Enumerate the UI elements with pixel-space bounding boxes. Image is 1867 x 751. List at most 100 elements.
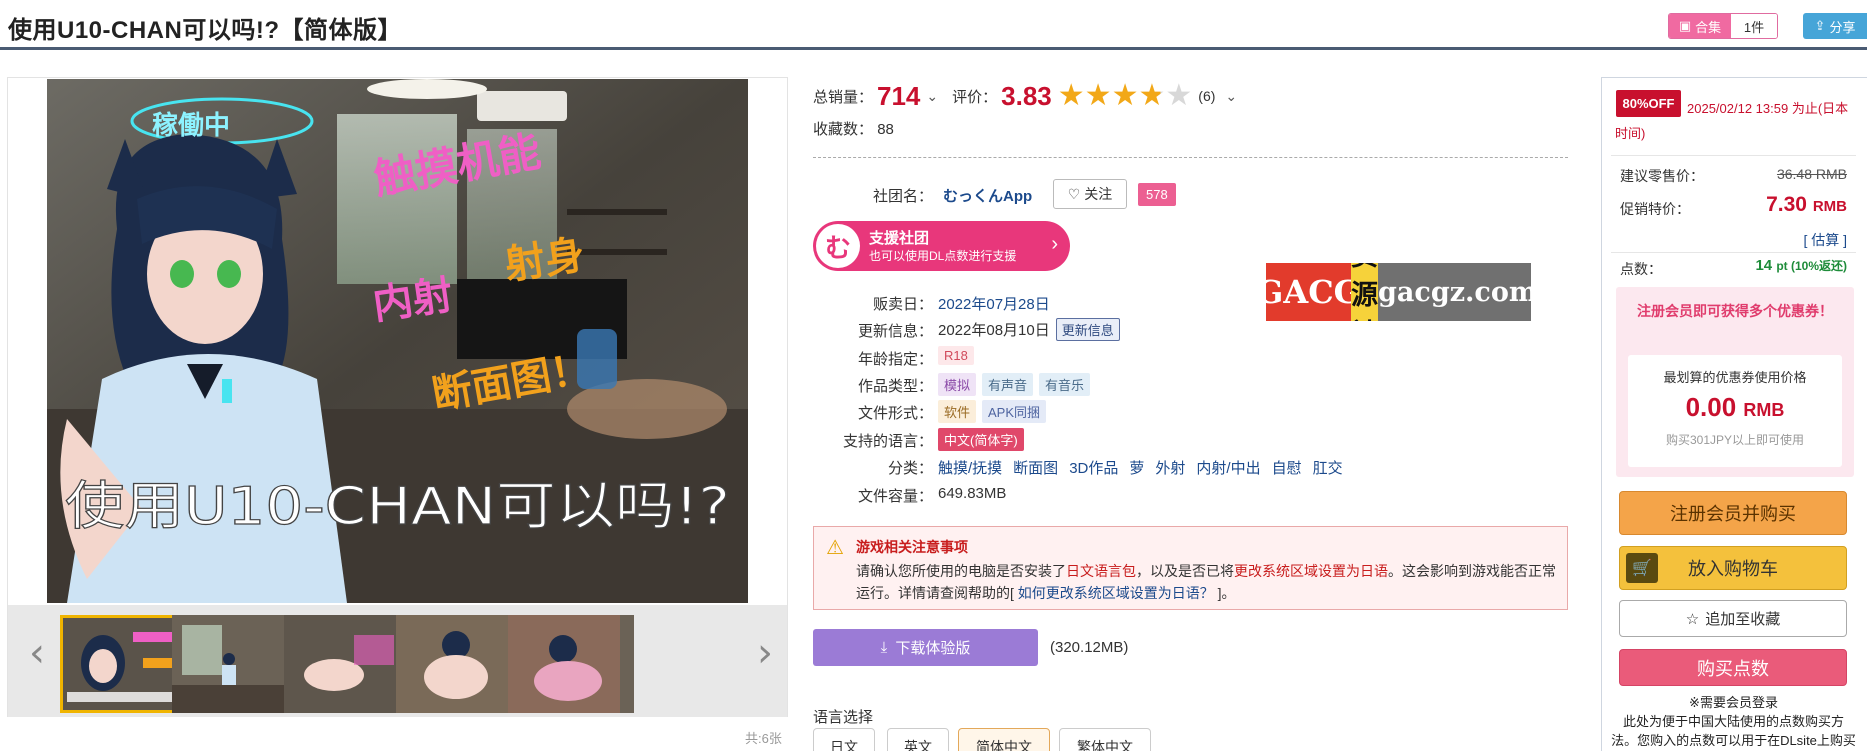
genre-link[interactable]: 断面图 [1013,457,1058,478]
thumbnail-6[interactable] [620,615,634,713]
support-circle-banner[interactable]: む 支援社团 也可以使用DL点数进行支援 › [813,221,1070,271]
notice-link-locale[interactable]: 更改系统区域设置为日语 [1234,563,1388,579]
estimate-link[interactable]: [ 估算 ] [1803,230,1847,250]
collection-count: 1件 [1731,14,1777,38]
trial-size: (320.12MB) [1050,639,1129,656]
language-option-en[interactable]: 英文 [887,728,949,751]
coupon-price-value: 0.00 [1685,392,1737,422]
thumbnail-3[interactable] [284,615,408,713]
prev-thumbnail-icon[interactable]: ‹ [22,633,52,673]
share-icon: ⇪ [1814,18,1826,33]
cart-label: 放入购物车 [1688,559,1778,579]
thumbnail-2[interactable] [172,615,296,713]
genre-link[interactable]: 肛交 [1313,457,1343,478]
follow-button[interactable]: ♡ 关注 [1053,179,1127,209]
sale-price-unit: RMB [1812,198,1847,215]
game-notice-box: ⚠ 游戏相关注意事项 请确认您所使用的电脑是否安装了日文语言包，以及是否已将更改… [813,526,1568,610]
overlay-status: 稼働中 [152,111,230,141]
main-product-image[interactable]: 触摸机能 内射 射身 断面图！ 稼働中 使用U10-CHAN可以吗!? [47,79,748,603]
share-label: 分享 [1829,19,1856,35]
type-tag-voice[interactable]: 有声音 [982,373,1034,396]
star-icon-5: ★ [1165,79,1193,112]
notice-text: ，以及是否已将 [1136,563,1234,579]
chevron-right-icon: › [1051,233,1058,255]
type-tag-simulation[interactable]: 模拟 [938,373,977,396]
stats-row: 总销量： 714 ⌄ 评价： 3.83 ★ ★ ★ ★ ★ (6) ⌄ [813,80,1251,112]
heart-icon: ♡ [1067,185,1081,202]
coupon-promo-box[interactable]: 注册会员即可获得多个优惠券！ 最划算的优惠券使用价格 0.00 RMB 购买30… [1616,287,1854,477]
notice-text: ]。 [1213,585,1236,601]
genre-link[interactable]: 内射/中出 [1196,457,1260,478]
genre-link[interactable]: 外射 [1155,457,1185,478]
download-trial-button[interactable]: ⤓ 下载体验版 [813,629,1038,666]
genre-label: 分类： [887,460,933,477]
share-button[interactable]: ⇪ 分享 [1803,13,1867,39]
language-option-ja[interactable]: 日文 [813,728,875,751]
circle-label: 社团名： [872,188,933,205]
thumbnail-strip: ‹ › [8,605,787,717]
thumbnail-5[interactable] [508,615,632,713]
collection-icon: ▣ [1678,18,1692,33]
release-date-link[interactable]: 2022年07月28日 [938,293,1050,314]
genre-link[interactable]: 萝 [1129,457,1144,478]
rating-label: 评价： [952,88,998,106]
rating-chevron-down-icon[interactable]: ⌄ [1225,88,1237,105]
star-outline-icon: ☆ [1685,610,1700,628]
format-label: 文件形式： [857,405,933,422]
favorites-button-label: 追加至收藏 [1705,611,1781,628]
retail-price-label: 建议零售价： [1620,168,1704,184]
coupon-note: 购买301JPY以上即可使用 [1665,433,1805,447]
age-tag[interactable]: R18 [938,346,974,365]
language-select-label: 语言选择 [813,709,874,726]
language-option-zh-hans[interactable]: 简体中文 [958,728,1050,751]
sales-value: 714 [877,80,921,111]
star-icon-2: ★ [1084,79,1112,112]
sidebar-divider [1611,252,1856,253]
points-unit: pt (10%返还) [1776,259,1847,273]
thumbnail-1[interactable] [60,615,184,713]
genre-link[interactable]: 3D作品 [1069,457,1118,478]
follow-label: 关注 [1084,186,1113,202]
size-label: 文件容量： [857,488,933,505]
collection-label: 合集 [1695,19,1722,35]
buy-points-button[interactable]: 购买点数 [1619,649,1847,686]
circle-name-link[interactable]: むっくんApp [943,185,1032,206]
update-info-button[interactable]: 更新信息 [1055,318,1120,341]
age-label: 年龄指定： [857,351,933,368]
thumbnail-4[interactable] [396,615,520,713]
download-label: 下载体验版 [895,640,971,657]
register-and-buy-button[interactable]: 注册会员并购买 [1619,491,1847,535]
support-subtitle: 也可以使用DL点数进行支援 [869,249,1017,263]
genre-link[interactable]: 自慰 [1272,457,1302,478]
language-label: 支持的语言： [842,433,933,450]
language-option-zh-hant[interactable]: 繁体中文 [1059,728,1151,751]
format-tag-apk[interactable]: APK同捆 [982,400,1047,423]
format-tag-software[interactable]: 软件 [938,400,977,423]
notice-body: 请确认您所使用的电脑是否安装了日文语言包，以及是否已将更改系统区域设置为日语。这… [856,560,1556,604]
logo-part-3: gacgz.com [1378,263,1531,321]
divider [813,157,1568,158]
coupon-price-unit: RMB [1743,400,1785,420]
language-tag[interactable]: 中文(简体字) [938,428,1024,451]
add-to-cart-button[interactable]: 🛒 放入购物车 [1619,546,1847,590]
image-gallery: 触摸机能 内射 射身 断面图！ 稼働中 使用U10-CHAN可以吗!? ‹ › [7,77,788,717]
collection-button[interactable]: ▣ 合集 1件 [1668,13,1778,39]
notice-help-link[interactable]: 如何更改系统区域设置为日语？ [1018,585,1214,601]
follow-count-badge: 578 [1138,183,1176,206]
genre-link[interactable]: 触摸/抚摸 [938,457,1002,478]
sales-chevron-down-icon[interactable]: ⌄ [926,88,938,105]
file-size: 649.83MB [938,485,1007,502]
notice-title: 游戏相关注意事项 [856,539,968,555]
notice-link-language-pack[interactable]: 日文语言包 [1066,563,1136,579]
cloud-download-icon: ⤓ [880,639,888,656]
sale-price-value: 7.30 [1766,193,1807,216]
type-tag-music[interactable]: 有音乐 [1039,373,1091,396]
support-title: 支援社团 [869,230,930,247]
next-thumbnail-icon[interactable]: › [750,633,780,673]
gacg-ad-logo[interactable]: GACG 资源社 gacgz.com [1266,263,1531,321]
add-to-favorites-button[interactable]: ☆ 追加至收藏 [1619,600,1847,637]
coupon-card: 最划算的优惠券使用价格 0.00 RMB 购买301JPY以上即可使用 [1628,355,1842,467]
sales-label: 总销量： [813,88,874,106]
rating-count: (6) [1198,88,1216,104]
favorites-value: 88 [877,121,894,138]
